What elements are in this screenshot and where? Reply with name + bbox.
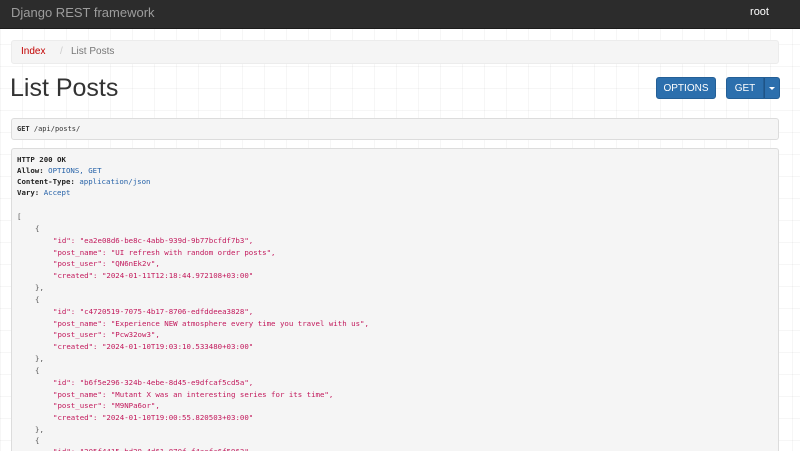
- request-info: GET /api/posts/: [11, 118, 779, 140]
- request-method: GET: [17, 125, 30, 133]
- json-key: "post_user":: [53, 259, 111, 268]
- json-key: "id":: [53, 447, 80, 451]
- json-value: "c4720519-7075-4b17-8706-edfddeea3828",: [79, 307, 254, 316]
- header-line: Vary: Accept: [17, 188, 70, 198]
- json-value: "ea2e08d6-be8c-4abb-939d-9b77bcfdf7b3",: [79, 236, 254, 245]
- json-field: "id": "c4720519-7075-4b17-8706-edfddeea3…: [53, 307, 253, 317]
- options-button[interactable]: OPTIONS: [656, 77, 716, 99]
- json-key: "created":: [53, 342, 102, 351]
- breadcrumb-separator: /: [60, 46, 63, 57]
- navbar: Django REST framework root: [0, 0, 800, 29]
- json-open-brace: {: [35, 295, 40, 304]
- header-key: Content-Type:: [17, 177, 75, 186]
- get-button[interactable]: GET: [726, 77, 764, 99]
- json-key: "post_name":: [53, 248, 111, 257]
- header-key: Vary:: [17, 188, 40, 197]
- user-menu[interactable]: root: [750, 6, 769, 18]
- json-value: "2024-01-11T12:18:44.972108+03:00": [101, 271, 254, 280]
- json-field: "created": "2024-01-10T19:03:10.533480+0…: [53, 342, 253, 352]
- json-value: "UI refresh with random order posts",: [110, 248, 276, 257]
- json-field: "created": "2024-01-11T12:18:44.972108+0…: [53, 271, 253, 281]
- json-field: "post_user": "M9NPa6or",: [53, 401, 160, 411]
- json-key: "post_user":: [53, 401, 111, 410]
- json-key: "created":: [53, 271, 102, 280]
- json-field: "id": "ea2e08d6-be8c-4abb-939d-9b77bcfdf…: [53, 236, 253, 246]
- page-title: List Posts: [10, 74, 119, 102]
- json-value: "Pcw32ow3",: [110, 330, 160, 339]
- breadcrumb-current: List Posts: [71, 46, 115, 57]
- json-field: "post_name": "UI refresh with random ord…: [53, 248, 276, 258]
- json-value: "Mutant X was an interesting series for …: [110, 390, 334, 399]
- caret-down-icon: [769, 86, 775, 90]
- json-value: "2024-01-10T19:03:10.533480+03:00": [101, 342, 254, 351]
- json-field: "id": "b6f5e296-324b-4ebe-8d45-e9dfcaf5c…: [53, 378, 253, 388]
- json-close-brace: },: [35, 283, 44, 292]
- response-panel: HTTP 200 OK Allow: OPTIONS, GET Content-…: [11, 148, 779, 451]
- breadcrumb: Index / List Posts: [11, 40, 779, 64]
- header-value-link[interactable]: OPTIONS, GET: [48, 166, 101, 175]
- header-line: Allow: OPTIONS, GET: [17, 166, 102, 176]
- json-value: "M9NPa6or",: [110, 401, 160, 410]
- json-open-brace: {: [35, 224, 40, 233]
- header-value-link[interactable]: application/json: [79, 177, 150, 186]
- json-key: "id":: [53, 236, 80, 245]
- request-path: /api/posts/: [33, 125, 81, 133]
- json-value: "205f4415-bd29-4d61-870f-f4aefc6f5963",: [80, 447, 254, 451]
- json-open-brace: {: [35, 366, 40, 375]
- json-key: "post_name":: [53, 390, 111, 399]
- json-field: "created": "2024-01-10T19:00:55.820503+0…: [53, 413, 253, 423]
- header-value-link[interactable]: Accept: [44, 188, 71, 197]
- json-key: "post_user":: [53, 330, 111, 339]
- json-value: "b6f5e296-324b-4ebe-8d45-e9dfcaf5cd5a",: [79, 378, 254, 387]
- json-open-bracket: [: [17, 212, 22, 221]
- response-status: HTTP 200 OK: [17, 155, 66, 164]
- json-field: "post_user": "QN6nEk2v",: [53, 259, 160, 269]
- json-key: "created":: [53, 413, 102, 422]
- json-value: "Experience NEW atmosphere every time yo…: [110, 319, 369, 328]
- json-value: "QN6nEk2v",: [110, 259, 160, 268]
- json-close-brace: },: [35, 354, 44, 363]
- header-line: Content-Type: application/json: [17, 177, 151, 187]
- json-open-brace: {: [35, 436, 40, 445]
- json-field: "post_name": "Mutant X was an interestin…: [53, 390, 333, 400]
- json-value: "2024-01-10T19:00:55.820503+03:00": [101, 413, 254, 422]
- brand-link[interactable]: Django REST framework: [11, 5, 155, 20]
- json-field: "post_name": "Experience NEW atmosphere …: [53, 319, 369, 329]
- get-format-dropdown[interactable]: [764, 77, 780, 99]
- json-field: "id": "205f4415-bd29-4d61-870f-f4aefc6f5…: [53, 447, 253, 451]
- json-key: "id":: [53, 307, 80, 316]
- json-key: "post_name":: [53, 319, 111, 328]
- json-key: "id":: [53, 378, 80, 387]
- json-field: "post_user": "Pcw32ow3",: [53, 330, 160, 340]
- breadcrumb-index-link[interactable]: Index: [21, 41, 45, 63]
- json-close-brace: },: [35, 425, 44, 434]
- header-key: Allow:: [17, 166, 44, 175]
